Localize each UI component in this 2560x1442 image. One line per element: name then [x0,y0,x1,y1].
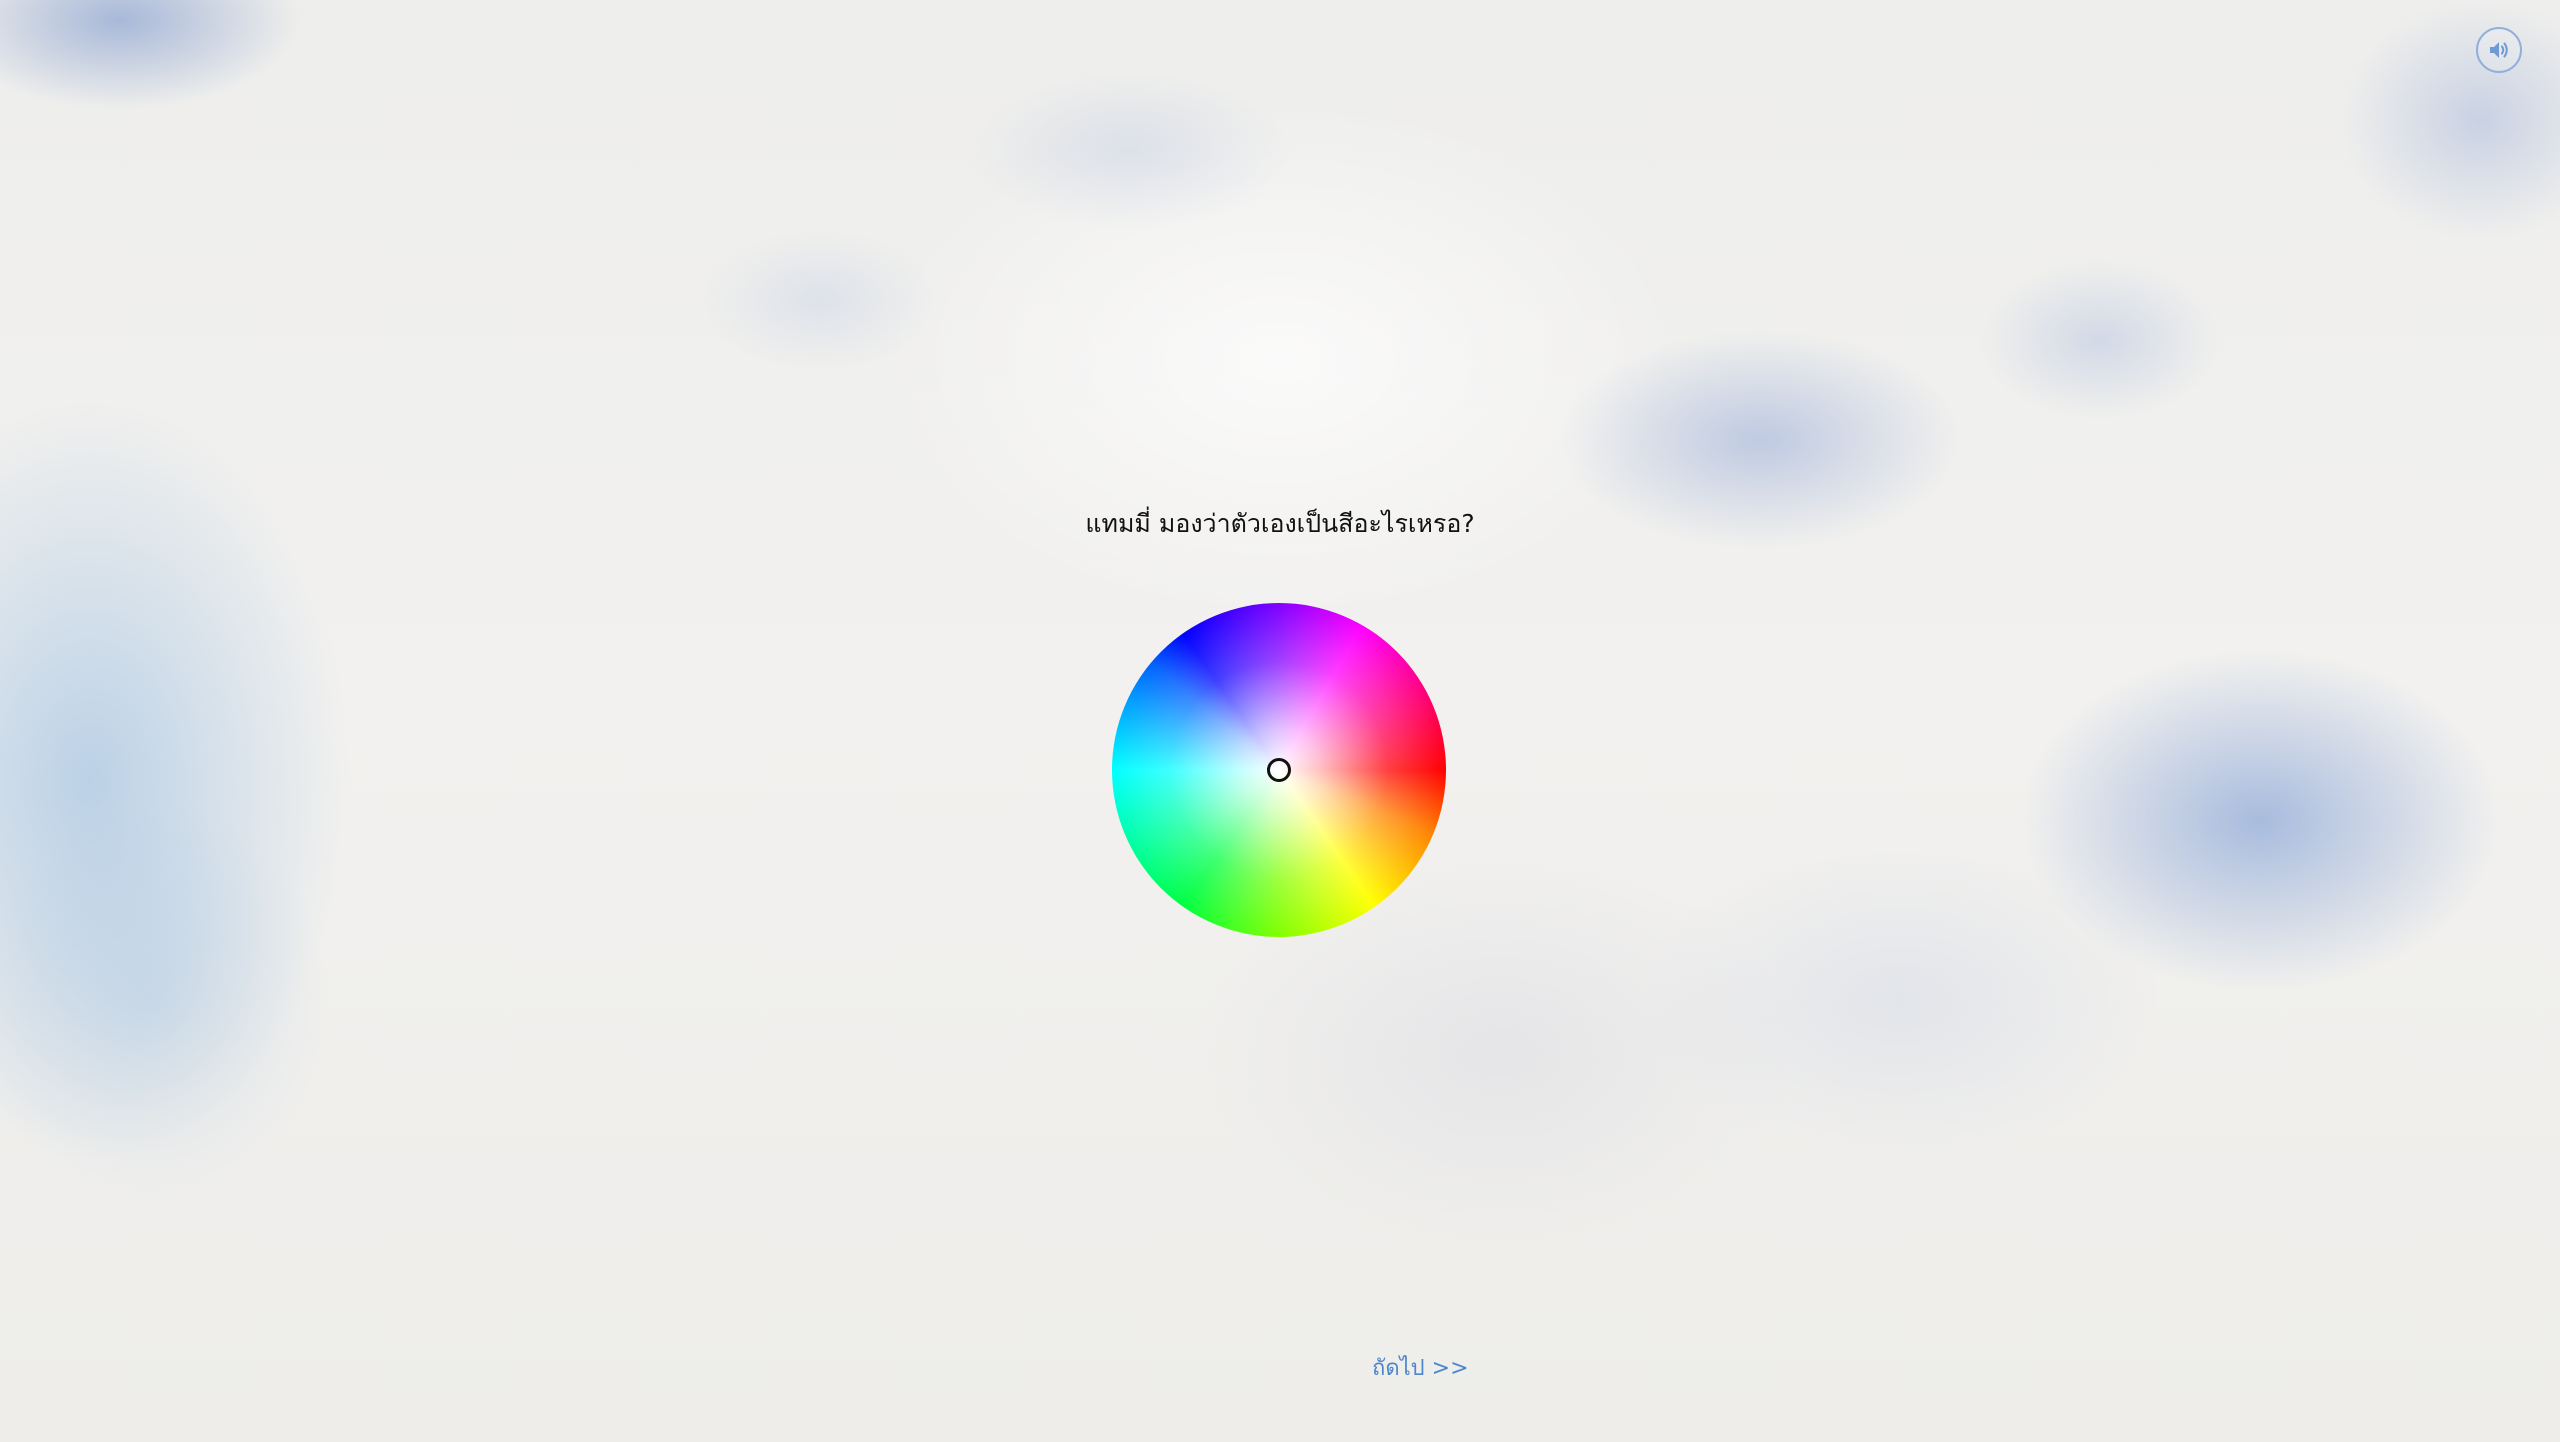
question-text: แทมมี่ มองว่าตัวเองเป็นสีอะไรเหรอ? [1085,509,1475,538]
sound-button[interactable] [2476,27,2522,73]
color-picker-handle[interactable] [1267,758,1291,782]
speaker-volume-icon [2488,40,2510,60]
color-wheel[interactable] [1112,603,1446,937]
next-button[interactable]: ถัดไป >> [1372,1350,1469,1385]
